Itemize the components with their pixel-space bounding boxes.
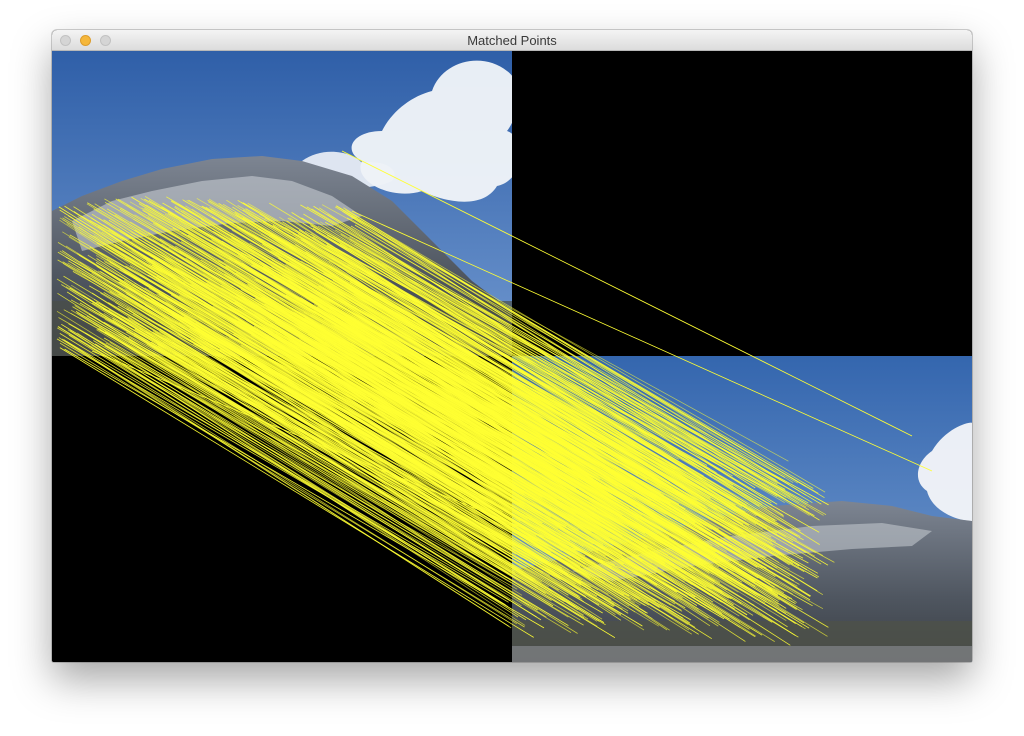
- window-title: Matched Points: [467, 33, 557, 48]
- app-window: Matched Points: [52, 30, 972, 662]
- image-canvas: [52, 51, 972, 662]
- matched-points-canvas: [52, 51, 972, 662]
- title-bar[interactable]: Matched Points: [52, 30, 972, 51]
